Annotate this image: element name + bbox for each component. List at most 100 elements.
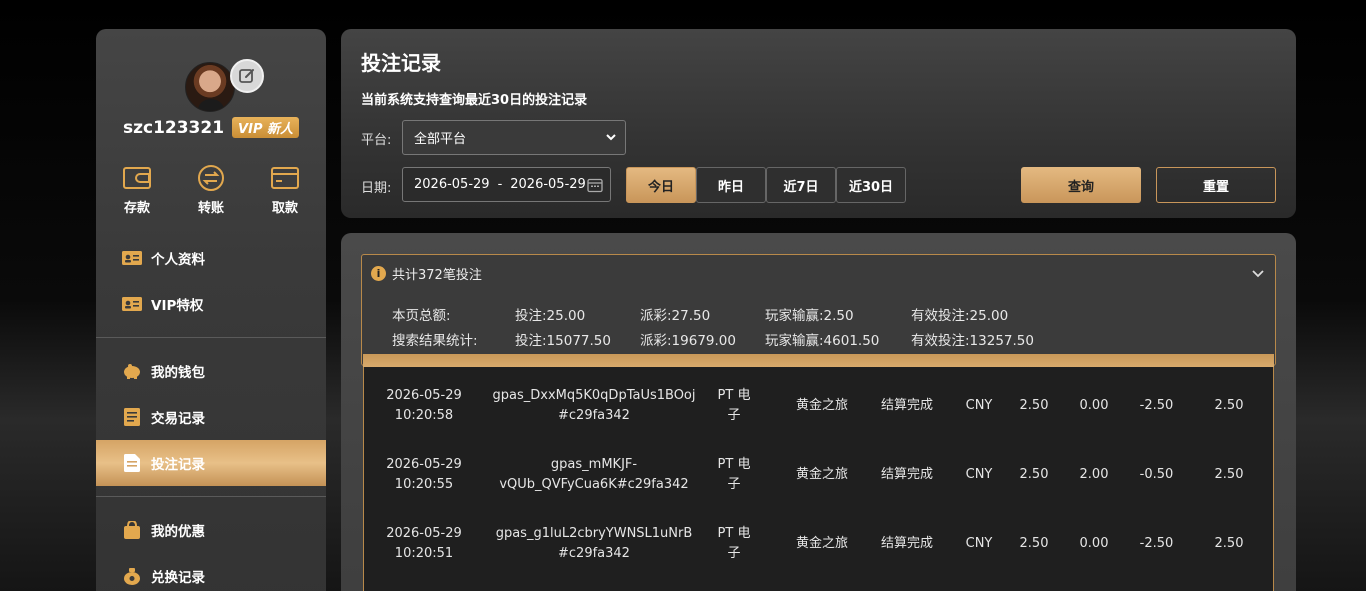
cell-platform-line: PT 电 [717, 526, 751, 541]
page-total-win-loss: 玩家输赢:2.50 [765, 308, 854, 324]
sidebar-item-vip[interactable]: VIP特权 [96, 281, 326, 327]
cell-id-line: vQUb_QVFyCua6K#c29fa342 [499, 477, 689, 492]
sidebar-item-wallet[interactable]: 我的钱包 [96, 348, 326, 394]
menu-group-account: 个人资料 VIP特权 [96, 235, 326, 327]
sidebar-item-transactions[interactable]: 交易记录 [96, 394, 326, 440]
transfer-icon [198, 165, 224, 191]
cell-status: 结算完成 [880, 536, 933, 551]
withdraw-button[interactable]: 取款 [255, 163, 315, 216]
cell-game: 黄金之旅 [795, 398, 848, 413]
filter-panel: 投注记录 当前系统支持查询最近30日的投注记录 平台: 全部平台 日期: 202… [341, 29, 1296, 218]
avatar[interactable] [185, 62, 235, 112]
page-total-valid-bet: 有效投注:25.00 [911, 308, 1009, 324]
quick-actions: 存款 转账 取款 [96, 163, 326, 216]
sidebar-item-label: 兑换记录 [151, 570, 205, 586]
menu-divider [96, 496, 326, 497]
deposit-button[interactable]: 存款 [107, 163, 167, 216]
piggy-bank-icon [122, 361, 142, 381]
date-end: 2026-05-29 [510, 177, 586, 192]
wallet-icon [123, 167, 151, 189]
cell-currency: CNY [965, 536, 993, 551]
withdraw-label: 取款 [271, 201, 298, 216]
cell-platform: PT 电 子 [709, 524, 759, 564]
user-info: szc123321 VIP 新人 [96, 117, 326, 138]
cell-status: 结算完成 [880, 467, 933, 482]
summary-box: i 共计372笔投注 本页总额: 投注:25.00 派彩:27.50 玩家输赢:… [361, 254, 1276, 366]
username: szc123321 [122, 117, 225, 138]
sidebar-item-label: 个人资料 [151, 252, 205, 268]
cell-date: 2026-05-29 [386, 457, 462, 472]
calendar-icon[interactable] [587, 177, 603, 193]
cell-time: 10:20:51 [394, 546, 454, 561]
sidebar-item-label: 投注记录 [151, 457, 205, 473]
vip-card-icon [122, 294, 142, 314]
sidebar-item-redeem-records[interactable]: 兑换记录 [96, 553, 326, 591]
bet-slip-icon [122, 453, 142, 473]
date-start: 2026-05-29 [414, 177, 490, 192]
sidebar: szc123321 VIP 新人 存款 转账 取款 个人资料 VIP特权 我的钱… [96, 29, 326, 591]
date-range-input[interactable]: 2026-05-29 - 2026-05-29 [402, 167, 611, 202]
reset-button[interactable]: 重置 [1156, 167, 1276, 203]
platform-select[interactable]: 全部平台 [402, 120, 626, 155]
platform-select-value: 全部平台 [414, 132, 467, 147]
cell-time: 10:20:58 [394, 408, 454, 423]
cell-win-loss: -2.50 [1139, 398, 1174, 413]
platform-label: 平台: [361, 133, 392, 148]
avatar-image [185, 62, 235, 112]
search-total-payout: 派彩:19679.00 [640, 333, 736, 349]
cell-bet-id: gpas_g1luL2cbryYWNSL1uNrB #c29fa342 [484, 524, 704, 564]
summary-count: 共计372笔投注 [392, 268, 482, 283]
edit-icon[interactable] [230, 59, 264, 93]
chevron-down-icon[interactable] [1251, 266, 1265, 280]
page-total-bet: 投注:25.00 [515, 308, 586, 324]
table-row[interactable]: 2026-05-29 10:20:51 gpas_g1luL2cbryYWNSL… [364, 524, 1275, 584]
search-total-valid-bet: 有效投注:13257.50 [911, 333, 1034, 349]
range-7days-button[interactable]: 近7日 [766, 167, 836, 203]
cell-game: 黄金之旅 [795, 536, 848, 551]
chevron-down-icon [606, 134, 616, 141]
search-total-win-loss: 玩家输赢:4601.50 [765, 333, 880, 349]
results-panel: i 共计372笔投注 本页总额: 投注:25.00 派彩:27.50 玩家输赢:… [341, 233, 1296, 591]
cell-win-loss: -0.50 [1139, 467, 1174, 482]
cell-platform-line: 子 [727, 546, 741, 561]
sidebar-item-profile[interactable]: 个人资料 [96, 235, 326, 281]
summary-header[interactable]: i 共计372笔投注 [371, 264, 482, 283]
search-total-label: 搜索结果统计: [392, 333, 478, 349]
cell-payout: 0.00 [1079, 536, 1109, 551]
page-title: 投注记录 [361, 51, 441, 75]
cell-currency: CNY [965, 467, 993, 482]
range-30days-button[interactable]: 近30日 [836, 167, 906, 203]
sidebar-item-label: 我的钱包 [151, 365, 205, 381]
cell-datetime: 2026-05-29 10:20:51 [374, 524, 474, 564]
cell-bet: 2.50 [1019, 398, 1049, 413]
cell-bet: 2.50 [1019, 536, 1049, 551]
cell-id-line: #c29fa342 [558, 408, 630, 423]
transfer-label: 转账 [197, 201, 224, 216]
cell-win-loss: -2.50 [1139, 536, 1174, 551]
range-yesterday-button[interactable]: 昨日 [696, 167, 766, 203]
cell-status: 结算完成 [880, 398, 933, 413]
search-total-bet: 投注:15077.50 [515, 333, 611, 349]
cell-time: 10:20:55 [394, 477, 454, 492]
ledger-icon [122, 407, 142, 427]
cell-id-line: gpas_mMKJF- [550, 457, 638, 472]
cell-datetime: 2026-05-29 10:20:58 [374, 386, 474, 426]
cell-payout: 0.00 [1079, 398, 1109, 413]
transfer-button[interactable]: 转账 [181, 163, 241, 216]
cell-bet: 2.50 [1019, 467, 1049, 482]
range-today-button[interactable]: 今日 [626, 167, 696, 203]
sidebar-item-label: VIP特权 [151, 298, 204, 314]
sidebar-item-bet-records[interactable]: 投注记录 [96, 440, 326, 486]
cell-id-line: gpas_g1luL2cbryYWNSL1uNrB [495, 526, 693, 541]
table-row[interactable]: 2026-05-29 10:20:55 gpas_mMKJF- vQUb_QVF… [364, 455, 1275, 515]
query-button[interactable]: 查询 [1021, 167, 1141, 203]
sidebar-item-promotions[interactable]: 我的优惠 [96, 507, 326, 553]
cell-platform: PT 电 子 [709, 455, 759, 495]
date-label: 日期: [361, 181, 392, 196]
cell-platform-line: PT 电 [717, 388, 751, 403]
cell-date: 2026-05-29 [386, 388, 462, 403]
table-row[interactable]: 2026-05-29 10:20:58 gpas_DxxMq5K0qDpTaUs… [364, 386, 1275, 446]
page-subtitle: 当前系统支持查询最近30日的投注记录 [361, 93, 588, 108]
cell-platform-line: 子 [727, 408, 741, 423]
bet-records-table: 2026-05-29 10:20:58 gpas_DxxMq5K0qDpTaUs… [363, 367, 1274, 591]
